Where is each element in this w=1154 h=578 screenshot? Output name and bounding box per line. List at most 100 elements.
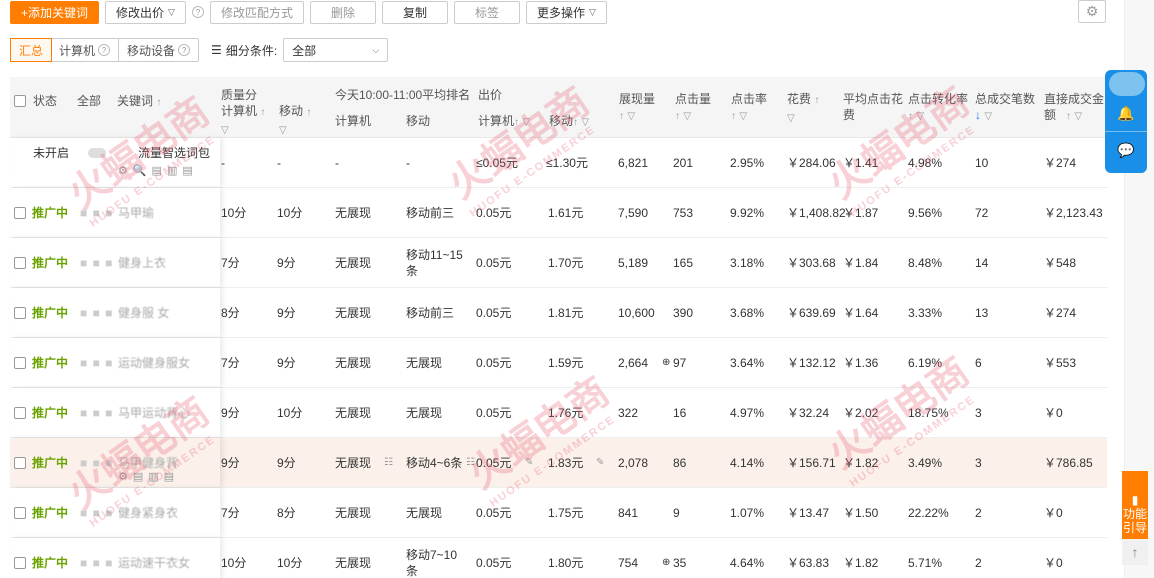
sort-filter-icons[interactable]: ↑ ▽ xyxy=(908,107,924,125)
row-checkbox[interactable] xyxy=(14,538,26,578)
delete-button[interactable]: 删除 xyxy=(309,0,376,24)
table-row[interactable]: 推广中 ■ ■ ■ 健身服 女 8分 9分 无展现 移动前三 0.05元 1.81元 10,600… xyxy=(10,288,1107,338)
header-bid-pc[interactable]: 计算机↑ ▽ xyxy=(478,113,530,131)
tab-computer[interactable]: 计算机? xyxy=(51,39,120,61)
row-checkbox[interactable] xyxy=(14,488,26,538)
row-checkbox[interactable] xyxy=(14,288,26,338)
cell-gmv: ￥2,123.43 xyxy=(1044,206,1103,220)
download-icon[interactable]: ⊕ xyxy=(662,538,670,578)
row-checkbox[interactable] xyxy=(14,188,26,238)
keyword-text[interactable]: 健身上衣 xyxy=(118,238,166,288)
tab-mobile[interactable]: 移动设备? xyxy=(119,39,198,61)
table-row[interactable]: 推广中 ■ ■ ■ 运动健身服女 7分 9分 无展现 无展现 0.05元 1.59元 2,664 9… xyxy=(10,338,1107,388)
keyword-text[interactable]: 运动速干衣女 xyxy=(118,538,190,578)
row-action-icons[interactable]: ⚙🔍▤▥▤ xyxy=(118,156,198,186)
table-row[interactable]: 推广中 ■ ■ ■ 马甲健身背 ⚙▤▥▤ 9分 9分 无展现 移动4~6条 0.05元 1.83元… xyxy=(10,438,1107,488)
toggle-switch[interactable] xyxy=(88,138,106,168)
breakdown-select[interactable]: 全部 ⌵ xyxy=(283,38,389,62)
header-keyword[interactable]: 关键词 ↑ xyxy=(117,93,161,111)
settings-gear-icon[interactable]: ⚙ xyxy=(1078,0,1106,23)
copy-button[interactable]: 复制 xyxy=(381,0,448,24)
edit-icon[interactable]: ✎ xyxy=(525,438,533,488)
modify-match-button[interactable]: 修改匹配方式 xyxy=(209,0,304,24)
sort-list-icon[interactable]: ☷ xyxy=(466,438,475,488)
cell-bid-mobile[interactable]: 1.83元 xyxy=(548,438,583,488)
bell-icon[interactable]: 🔔 xyxy=(1105,96,1147,132)
cell-bid-pc[interactable]: 0.05元 xyxy=(476,438,511,488)
edit-icon[interactable]: ✎ xyxy=(596,438,604,488)
cell-bid-pc[interactable]: 0.05元 xyxy=(476,188,511,238)
header-cost[interactable]: 花费 ↑ xyxy=(787,91,819,109)
cell-bid-pc[interactable]: 0.05元 xyxy=(476,288,511,338)
filter-icon[interactable]: ▽ xyxy=(221,121,229,139)
header-impressions[interactable]: 展现量 xyxy=(619,91,655,107)
cell-rank-pc: 无展现 xyxy=(335,406,372,420)
sort-filter-icons[interactable]: ↑ ▽ xyxy=(731,107,747,125)
filter-icon[interactable]: ▽ xyxy=(279,121,287,139)
row-checkbox[interactable] xyxy=(14,438,26,488)
keyword-text[interactable]: 健身服 女 xyxy=(118,288,169,338)
cell-bid-pc[interactable]: ≤0.05元 xyxy=(476,138,518,188)
row-checkbox[interactable] xyxy=(14,388,26,438)
row-checkbox[interactable] xyxy=(14,338,26,388)
cell-bid-pc[interactable]: 0.05元 xyxy=(476,488,511,538)
cell-bid-pc[interactable]: 0.05元 xyxy=(476,388,511,438)
cell-bid-mobile[interactable]: 1.70元 xyxy=(548,238,583,288)
cell-rank-pc: 无展现 xyxy=(335,256,372,270)
cell-conversions: 10 xyxy=(975,156,989,170)
header-clicks[interactable]: 点击量 xyxy=(675,91,711,107)
keyword-text[interactable]: 运动健身服女 xyxy=(118,338,190,388)
tab-summary[interactable]: 汇总 xyxy=(10,38,53,62)
add-keyword-button[interactable]: +添加关键词 xyxy=(10,0,100,24)
more-actions-button[interactable]: 更多操作 ▽ xyxy=(526,0,607,24)
table-row[interactable]: 推广中 ■ ■ ■ 健身紧身衣 7分 8分 无展现 无展现 0.05元 1.75元 841 9 1.0… xyxy=(10,488,1107,538)
cell-bid-mobile[interactable]: 1.61元 xyxy=(548,188,583,238)
select-all-checkbox[interactable] xyxy=(14,95,26,111)
feature-guide-button[interactable]: ▮ 功能引导 xyxy=(1122,471,1148,539)
header-quality-mobile[interactable]: 移动 ↑ xyxy=(279,103,311,121)
tag-button[interactable]: 标签 xyxy=(454,0,521,24)
header-quality-pc[interactable]: 计算机 ↑ xyxy=(221,103,265,121)
table-row-summary[interactable]: 未开启 流量智选词包 ⚙🔍▤▥▤ - - - - ≤0.05元 ≤1.30元 6… xyxy=(10,138,1107,188)
keyword-text[interactable]: 马甲瑜 xyxy=(118,188,154,238)
table-row[interactable]: 推广中 ■ ■ ■ 运动速干衣女 10分 10分 无展现 移动7~10条 0.05元 1.80元… xyxy=(10,538,1107,578)
sort-icon: ↑ xyxy=(306,107,312,118)
download-icon[interactable]: ⊕ xyxy=(662,338,670,388)
header-conversions[interactable]: 总成交笔数 xyxy=(975,91,1035,107)
help-icon[interactable]: ? xyxy=(191,6,204,18)
table-row[interactable]: 推广中 ■ ■ ■ 健身上衣 7分 9分 无展现 移动11~15条 0.05元 1.70元 5,1… xyxy=(10,238,1107,288)
sort-filter-icons[interactable]: ↑ ▽ xyxy=(675,107,691,125)
sort-filter-icons[interactable]: ↑ ▽ xyxy=(619,107,635,125)
header-cpc[interactable]: 平均点击花费 xyxy=(843,91,913,123)
cell-bid-mobile[interactable]: ≤1.30元 xyxy=(546,138,588,188)
modify-bid-button[interactable]: 修改出价 ▽ xyxy=(105,0,186,24)
header-cvr[interactable]: 点击转化率 xyxy=(908,91,968,107)
cell-bid-pc[interactable]: 0.05元 xyxy=(476,238,511,288)
sort-filter-icons[interactable]: ↑ ▽ xyxy=(1066,107,1082,125)
row-checkbox[interactable] xyxy=(14,238,26,288)
cell-cpc: ￥1.41 xyxy=(843,156,879,170)
sort-list-icon[interactable]: ☷ xyxy=(384,438,393,488)
back-to-top-icon[interactable]: ↑ xyxy=(1122,539,1148,565)
cell-bid-mobile[interactable]: 1.76元 xyxy=(548,388,583,438)
sort-desc-icon[interactable]: ↓ ▽ xyxy=(975,107,992,125)
header-ctr[interactable]: 点击率 xyxy=(731,91,767,107)
cell-bid-mobile[interactable]: 1.80元 xyxy=(548,538,583,578)
cell-bid-pc[interactable]: 0.05元 xyxy=(476,338,511,388)
keyword-text[interactable]: 马甲运动背心 xyxy=(118,388,190,438)
cell-gmv: ￥0 xyxy=(1044,506,1063,520)
cell-bid-pc[interactable]: 0.05元 xyxy=(476,538,511,578)
row-dots: ■ ■ ■ xyxy=(80,456,114,470)
header-status-filter[interactable]: 全部 xyxy=(77,93,101,109)
keyword-text[interactable]: 健身紧身衣 xyxy=(118,488,178,538)
cell-bid-mobile[interactable]: 1.75元 xyxy=(548,488,583,538)
cell-ctr: 2.95% xyxy=(730,156,765,170)
chat-icon[interactable]: 💬 xyxy=(1105,132,1147,168)
cell-bid-mobile[interactable]: 1.59元 xyxy=(548,338,583,388)
filter-icon[interactable]: ▽ xyxy=(787,109,795,127)
table-row[interactable]: 推广中 ■ ■ ■ 马甲运动背心 9分 10分 无展现 无展现 0.05元 1.76元 322 16… xyxy=(10,388,1107,438)
header-bid-mobile[interactable]: 移动↑ ▽ xyxy=(549,113,589,131)
table-row[interactable]: 推广中 ■ ■ ■ 马甲瑜 10分 10分 无展现 移动前三 0.05元 1.61元 7,590 7… xyxy=(10,188,1107,238)
status-badge: 推广中 xyxy=(32,206,69,220)
cell-bid-mobile[interactable]: 1.81元 xyxy=(548,288,583,338)
